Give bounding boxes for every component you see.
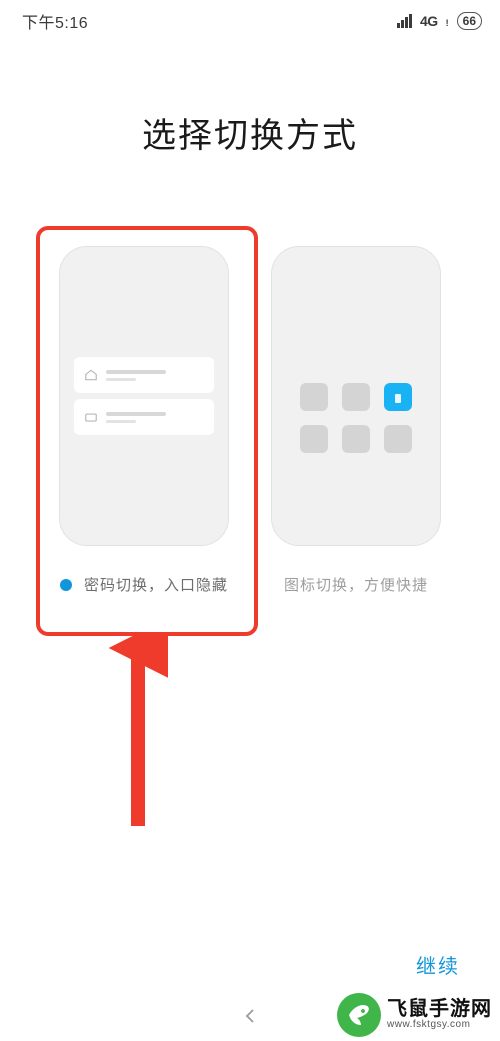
option-icon-preview <box>271 246 441 546</box>
app-placeholder-icon <box>300 425 328 453</box>
site-watermark: 飞鼠手游网 www.fsktgsy.com <box>337 993 492 1037</box>
page-title: 选择切换方式 <box>0 108 500 157</box>
status-time: 下午5:16 <box>22 9 88 33</box>
preview-list-row <box>74 357 214 393</box>
home-outline-icon <box>84 368 98 382</box>
app-placeholder-icon <box>342 425 370 453</box>
option-label: 图标切换，方便快捷 <box>284 574 428 595</box>
app-placeholder-icon <box>342 383 370 411</box>
radio-selected-icon <box>60 579 72 591</box>
app-active-icon <box>384 383 412 411</box>
preview-icon-grid <box>272 383 440 453</box>
app-placeholder-icon <box>300 383 328 411</box>
network-label: 4G <box>420 13 438 29</box>
switch-mode-options: 密码切换，入口隐藏 图标切换，方便快捷 <box>0 246 500 595</box>
option-password-preview <box>59 246 229 546</box>
signal-alert-icon: ! <box>446 18 449 28</box>
preview-list-row <box>74 399 214 435</box>
continue-button[interactable]: 继续 <box>416 950 460 979</box>
option-password-caption-row: 密码切换，入口隐藏 <box>60 574 228 595</box>
option-label: 密码切换，入口隐藏 <box>84 574 228 595</box>
app-placeholder-icon <box>384 425 412 453</box>
folder-outline-icon <box>84 410 98 424</box>
option-icon-switch[interactable]: 图标切换，方便快捷 <box>261 246 451 595</box>
watermark-logo-icon <box>337 993 381 1037</box>
watermark-domain: www.fsktgsy.com <box>387 1020 492 1031</box>
option-password-switch[interactable]: 密码切换，入口隐藏 <box>49 246 239 595</box>
annotation-arrow-icon <box>108 636 168 836</box>
status-bar: 下午5:16 4G ! 66 <box>0 0 500 42</box>
status-right: 4G ! 66 <box>397 12 482 30</box>
watermark-name: 飞鼠手游网 <box>387 999 492 1020</box>
battery-icon: 66 <box>457 12 482 30</box>
back-caret-icon[interactable] <box>241 1007 259 1031</box>
signal-icon <box>397 14 412 28</box>
option-icon-caption-row: 图标切换，方便快捷 <box>284 574 428 595</box>
